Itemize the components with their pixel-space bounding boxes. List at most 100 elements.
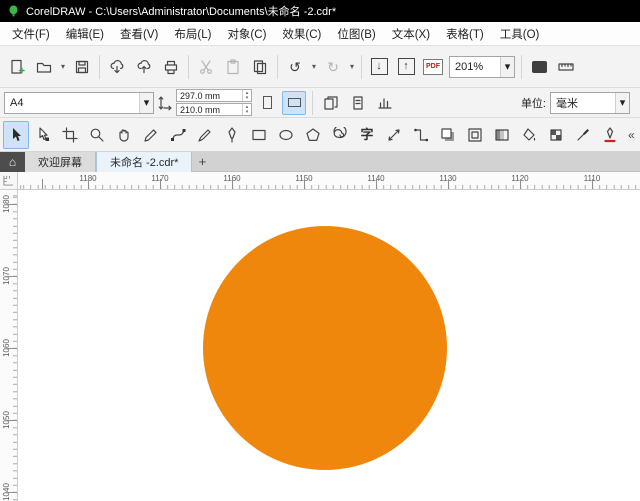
zoom-dropdown-caret-icon[interactable]: ▾ (500, 56, 514, 77)
menu-object[interactable]: 对象(C) (219, 22, 274, 46)
eyedropper-icon (577, 128, 589, 141)
page-height-field[interactable]: 210.0 mm ▴ ▾ (176, 103, 252, 116)
undo-arrow-icon: ↺ (289, 58, 301, 75)
pick-tool[interactable] (3, 120, 29, 149)
portrait-page-icon (262, 96, 272, 109)
import-arrow-icon: ↓ (370, 58, 388, 75)
menu-view[interactable]: 查看(V) (112, 22, 166, 46)
pan-tool[interactable] (111, 121, 137, 149)
save-button[interactable] (69, 54, 95, 80)
bar-chart-icon (378, 97, 392, 109)
ellipse-tool[interactable] (273, 121, 299, 149)
current-page-button[interactable] (346, 91, 370, 115)
checker-fill-icon (550, 128, 562, 141)
freehand-tool[interactable] (138, 121, 164, 149)
units-combobox[interactable]: 毫米 ▾ (550, 91, 630, 114)
page-height-spinner[interactable]: ▴ ▾ (242, 104, 251, 115)
publish-to-pdf-button[interactable]: PDF (420, 54, 446, 80)
cut-button[interactable] (193, 54, 219, 80)
window-title: CorelDRAW - C:\Users\Administrator\Docum… (26, 6, 337, 18)
rectangle-tool[interactable] (246, 121, 272, 149)
menu-bitmaps[interactable]: 位图(B) (329, 22, 383, 46)
nudge-distance-button[interactable] (373, 91, 397, 115)
copy-button[interactable] (247, 54, 273, 80)
parallel-dimension-tool[interactable] (381, 121, 407, 149)
interactive-fill-tool[interactable] (516, 121, 542, 149)
fullscreen-preview-button[interactable] (526, 54, 552, 80)
new-tab-button[interactable]: + (192, 152, 212, 172)
units-dropdown-caret-icon[interactable]: ▾ (615, 92, 629, 113)
horizontal-ruler[interactable]: 1180 1170 1160 1150 1140 1130 1120 1110 (18, 172, 640, 190)
bezier-tool[interactable] (165, 121, 191, 149)
outline-pen-tool[interactable] (597, 121, 623, 149)
toolbox-overflow-chevron-icon[interactable]: « (624, 128, 639, 142)
shape-tool[interactable] (30, 121, 56, 149)
menu-layout[interactable]: 布局(L) (166, 22, 219, 46)
page-width-spinner[interactable]: ▴ ▾ (242, 90, 251, 101)
undo-button[interactable]: ↺ (282, 54, 308, 80)
print-button[interactable] (158, 54, 184, 80)
orange-circle-shape[interactable] (203, 226, 447, 470)
import-button[interactable]: ↓ (366, 54, 392, 80)
page-width-value: 297.0 mm (180, 90, 221, 101)
ruler-origin-corner[interactable] (0, 172, 18, 190)
transparency-tool[interactable] (489, 121, 515, 149)
open-from-cloud-button[interactable] (104, 54, 130, 80)
smart-fill-tool[interactable] (543, 121, 569, 149)
drawing-canvas[interactable] (18, 190, 640, 501)
zoom-level-value: 201% (455, 60, 484, 73)
zoom-tool[interactable] (84, 121, 110, 149)
color-eyedropper-tool[interactable] (570, 121, 596, 149)
toolbox: 字 « (0, 118, 640, 152)
new-document-icon (11, 59, 25, 74)
spiral-icon (333, 126, 347, 138)
export-arrow-icon: ↑ (397, 58, 415, 75)
save-to-cloud-button[interactable] (131, 54, 157, 80)
connector-tool[interactable] (408, 121, 434, 149)
pdf-icon: PDF (423, 58, 443, 75)
vertical-ruler[interactable]: 1080 1070 1060 1050 1040 (0, 190, 18, 501)
menu-table[interactable]: 表格(T) (438, 22, 492, 46)
page-width-field[interactable]: 297.0 mm ▴ ▾ (176, 89, 252, 102)
ellipse-icon (279, 129, 293, 140)
all-pages-button[interactable] (319, 91, 343, 115)
export-button[interactable]: ↑ (393, 54, 419, 80)
landscape-orientation-button[interactable] (282, 90, 306, 115)
tab-welcome-screen[interactable]: 欢迎屏幕 (25, 151, 96, 172)
portrait-orientation-button[interactable] (255, 91, 279, 115)
document-tab-label: 未命名 -2.cdr* (110, 156, 179, 169)
menu-effects[interactable]: 效果(C) (274, 22, 329, 46)
polygon-tool[interactable] (300, 121, 326, 149)
clipboard-icon (227, 58, 239, 74)
spiral-tool[interactable] (327, 121, 353, 149)
spinner-down-icon[interactable]: ▾ (246, 109, 249, 115)
redo-dropdown-caret-icon[interactable]: ▾ (347, 62, 357, 71)
open-document-button[interactable] (31, 54, 57, 80)
spinner-down-icon[interactable]: ▾ (246, 95, 249, 101)
open-dropdown-caret-icon[interactable]: ▾ (58, 62, 68, 71)
crop-tool[interactable] (57, 121, 83, 149)
zoom-level-combobox[interactable]: 201% ▾ (449, 55, 515, 78)
pen-tool[interactable] (219, 121, 245, 149)
drop-shadow-tool[interactable] (435, 121, 461, 149)
home-tab[interactable]: ⌂ (0, 151, 25, 172)
welcome-tab-label: 欢迎屏幕 (38, 156, 82, 169)
redo-button[interactable]: ↻ (320, 54, 346, 80)
show-rulers-button[interactable] (553, 54, 579, 80)
paste-button[interactable] (220, 54, 246, 80)
tab-document[interactable]: 未命名 -2.cdr* (96, 151, 193, 172)
page-size-preset-combobox[interactable]: A4 ▾ (4, 91, 154, 114)
contour-tool[interactable] (462, 121, 488, 149)
page-size-preset-value: A4 (10, 96, 24, 109)
artistic-media-tool[interactable] (192, 121, 218, 149)
menu-file[interactable]: 文件(F) (4, 22, 58, 46)
menu-text[interactable]: 文本(X) (384, 22, 438, 46)
ruler-icon (558, 62, 574, 71)
preset-dropdown-caret-icon[interactable]: ▾ (139, 92, 153, 113)
menu-tools[interactable]: 工具(O) (492, 22, 548, 46)
pen-nib-icon (228, 126, 236, 143)
text-tool[interactable]: 字 (354, 121, 380, 149)
undo-dropdown-caret-icon[interactable]: ▾ (309, 62, 319, 71)
menu-edit[interactable]: 编辑(E) (58, 22, 112, 46)
new-document-button[interactable] (4, 54, 30, 80)
